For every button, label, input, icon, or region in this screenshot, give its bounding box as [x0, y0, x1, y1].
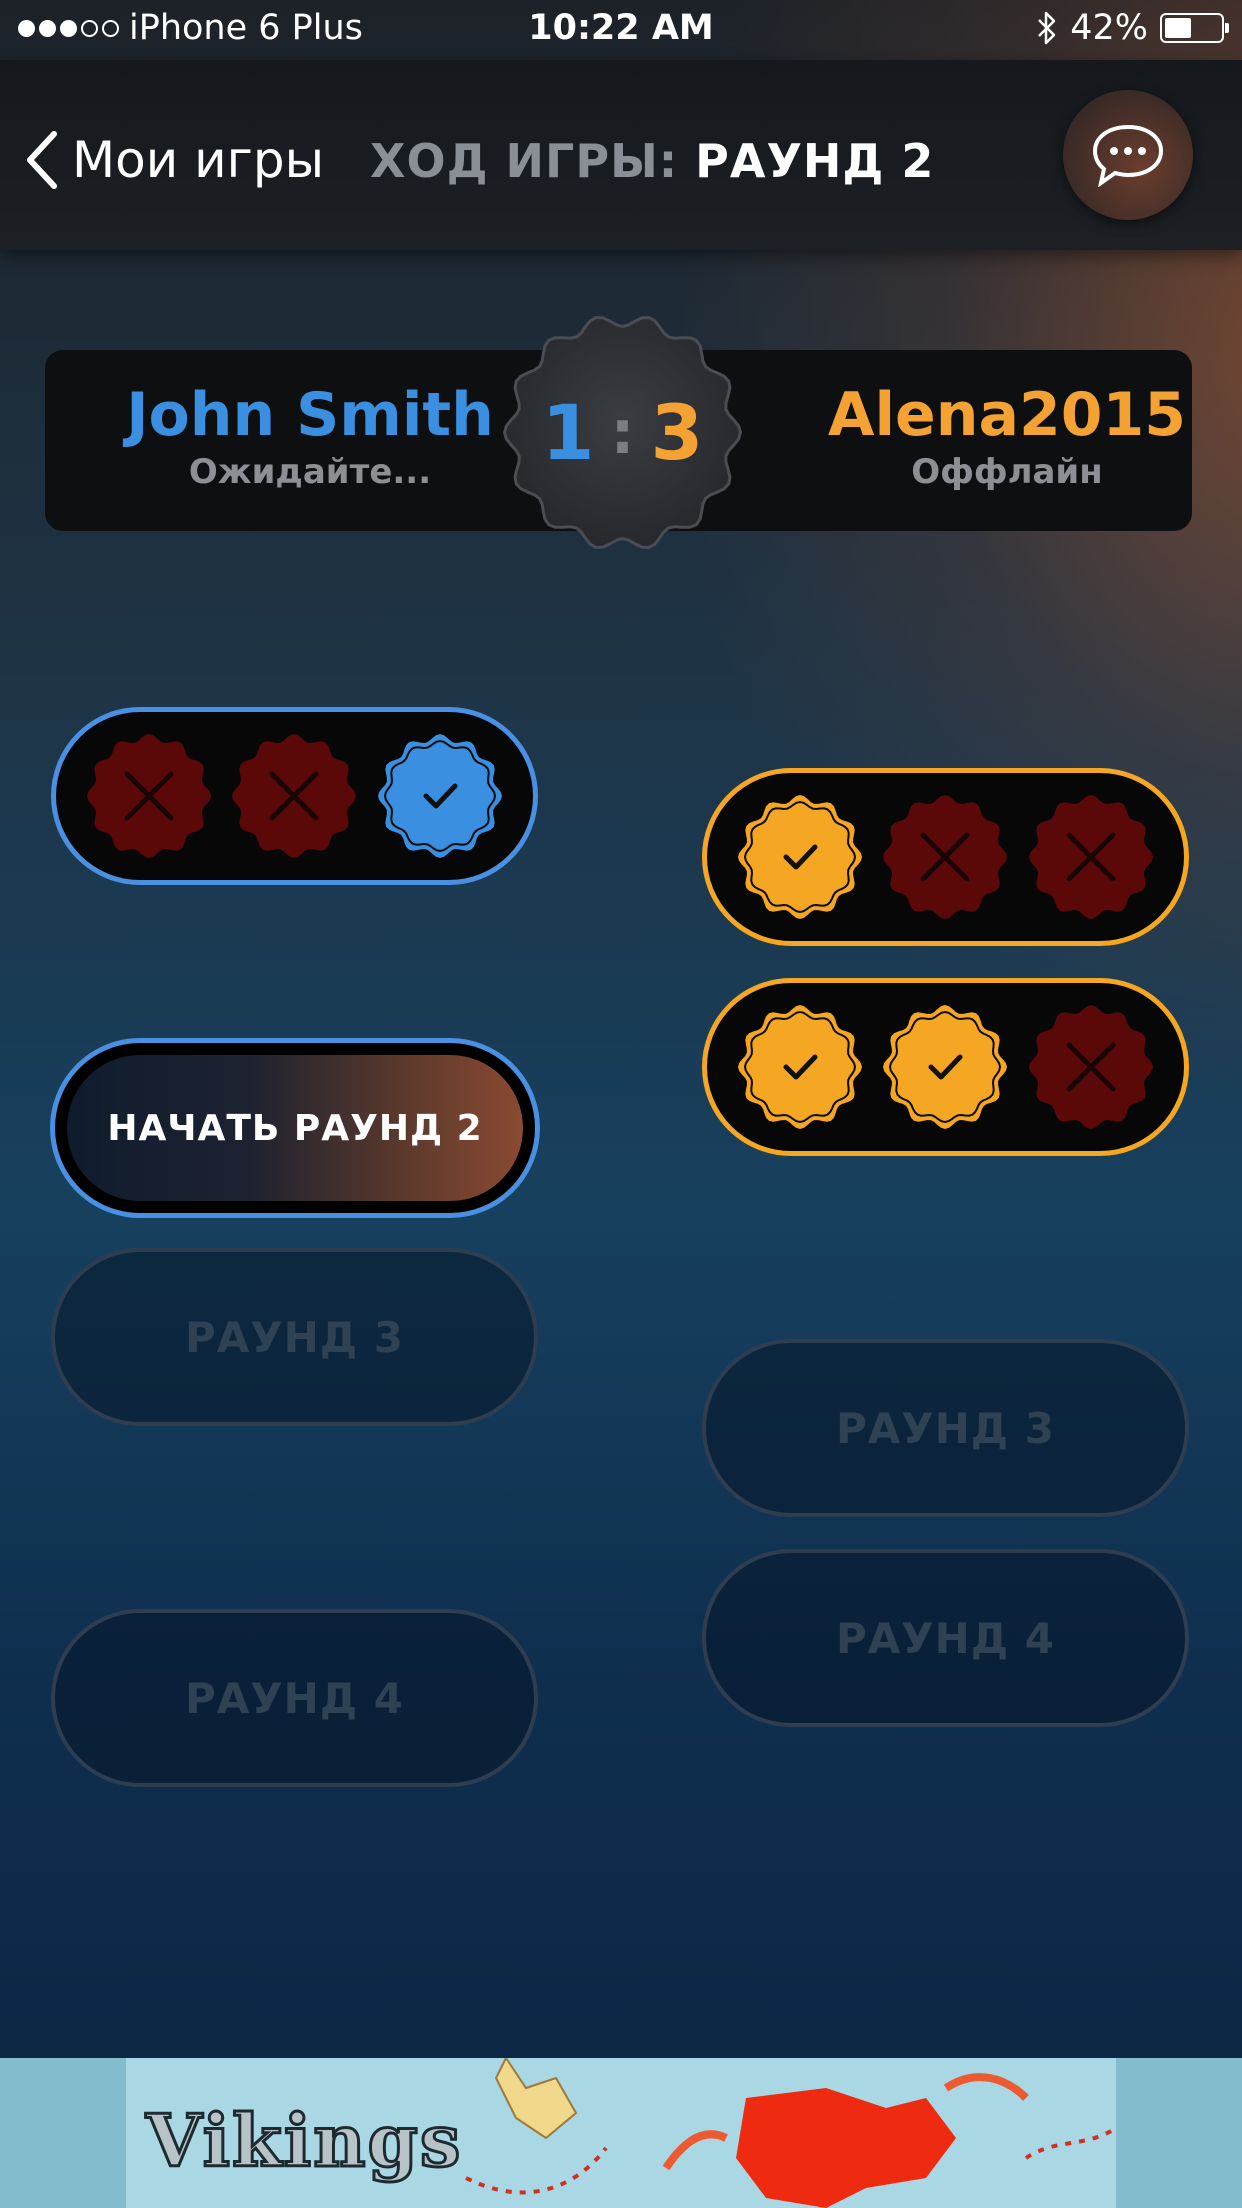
player-left: John Smith Ожидайте... [90, 380, 530, 492]
score-right: 3 [650, 388, 704, 477]
correct-answer-icon [883, 1005, 1008, 1129]
right-round3-pill: РАУНД 3 [702, 1339, 1189, 1517]
left-round3-label: РАУНД 3 [184, 1312, 405, 1362]
left-round1-results [51, 707, 538, 885]
ad-banner[interactable]: Vikings [0, 2058, 1242, 2208]
player-right-status: Оффлайн [911, 452, 1103, 492]
score-separator: : [610, 397, 635, 468]
ad-title: Vikings [144, 2097, 463, 2185]
title-value: РАУНД 2 [695, 134, 935, 188]
correct-answer-icon [378, 734, 503, 858]
ad-image[interactable]: Vikings [126, 2058, 1116, 2208]
bluetooth-icon [1038, 11, 1056, 45]
wrong-answer-icon [232, 734, 357, 858]
right-round2-results [702, 978, 1189, 1156]
player-right-name: Alena2015 [828, 380, 1186, 450]
chevron-left-icon [27, 131, 57, 189]
chat-bubble-icon [1092, 124, 1164, 187]
start-round2-button[interactable]: НАЧАТЬ РАУНД 2 [50, 1038, 540, 1218]
back-button[interactable]: Мои игры [24, 130, 324, 190]
left-round4-pill: РАУНД 4 [51, 1609, 538, 1787]
status-right: 42% [1036, 8, 1229, 48]
right-round4-pill: РАУНД 4 [702, 1549, 1189, 1727]
battery-icon [1160, 13, 1229, 43]
right-round3-label: РАУНД 3 [835, 1403, 1056, 1453]
wrong-answer-icon [1029, 795, 1154, 919]
battery-percent: 42% [1070, 8, 1148, 48]
correct-answer-icon [737, 795, 862, 919]
page-title: ХОД ИГРЫ: РАУНД 2 [370, 134, 934, 188]
right-round4-label: РАУНД 4 [835, 1613, 1056, 1663]
status-bar: iPhone 6 Plus 10:22 AM 42% [0, 0, 1242, 60]
wrong-answer-icon [883, 795, 1008, 919]
right-round1-results [702, 768, 1189, 946]
player-left-name: John Smith [126, 380, 494, 450]
score-display: 1 : 3 [500, 310, 745, 555]
start-round2-label: НАЧАТЬ РАУНД 2 [67, 1055, 523, 1201]
player-right: Alena2015 Оффлайн [787, 380, 1227, 492]
left-round3-pill: РАУНД 3 [51, 1248, 538, 1426]
nav-bar: Мои игры ХОД ИГРЫ: РАУНД 2 [0, 60, 1242, 250]
player-left-status: Ожидайте... [188, 452, 432, 492]
chat-button[interactable] [1063, 90, 1193, 220]
score-left: 1 [541, 388, 595, 477]
back-label: Мои игры [72, 131, 325, 189]
correct-answer-icon [737, 1005, 862, 1129]
title-label: ХОД ИГРЫ: [370, 134, 679, 188]
left-round4-label: РАУНД 4 [184, 1673, 405, 1723]
wrong-answer-icon [86, 734, 211, 858]
wrong-answer-icon [1029, 1005, 1154, 1129]
